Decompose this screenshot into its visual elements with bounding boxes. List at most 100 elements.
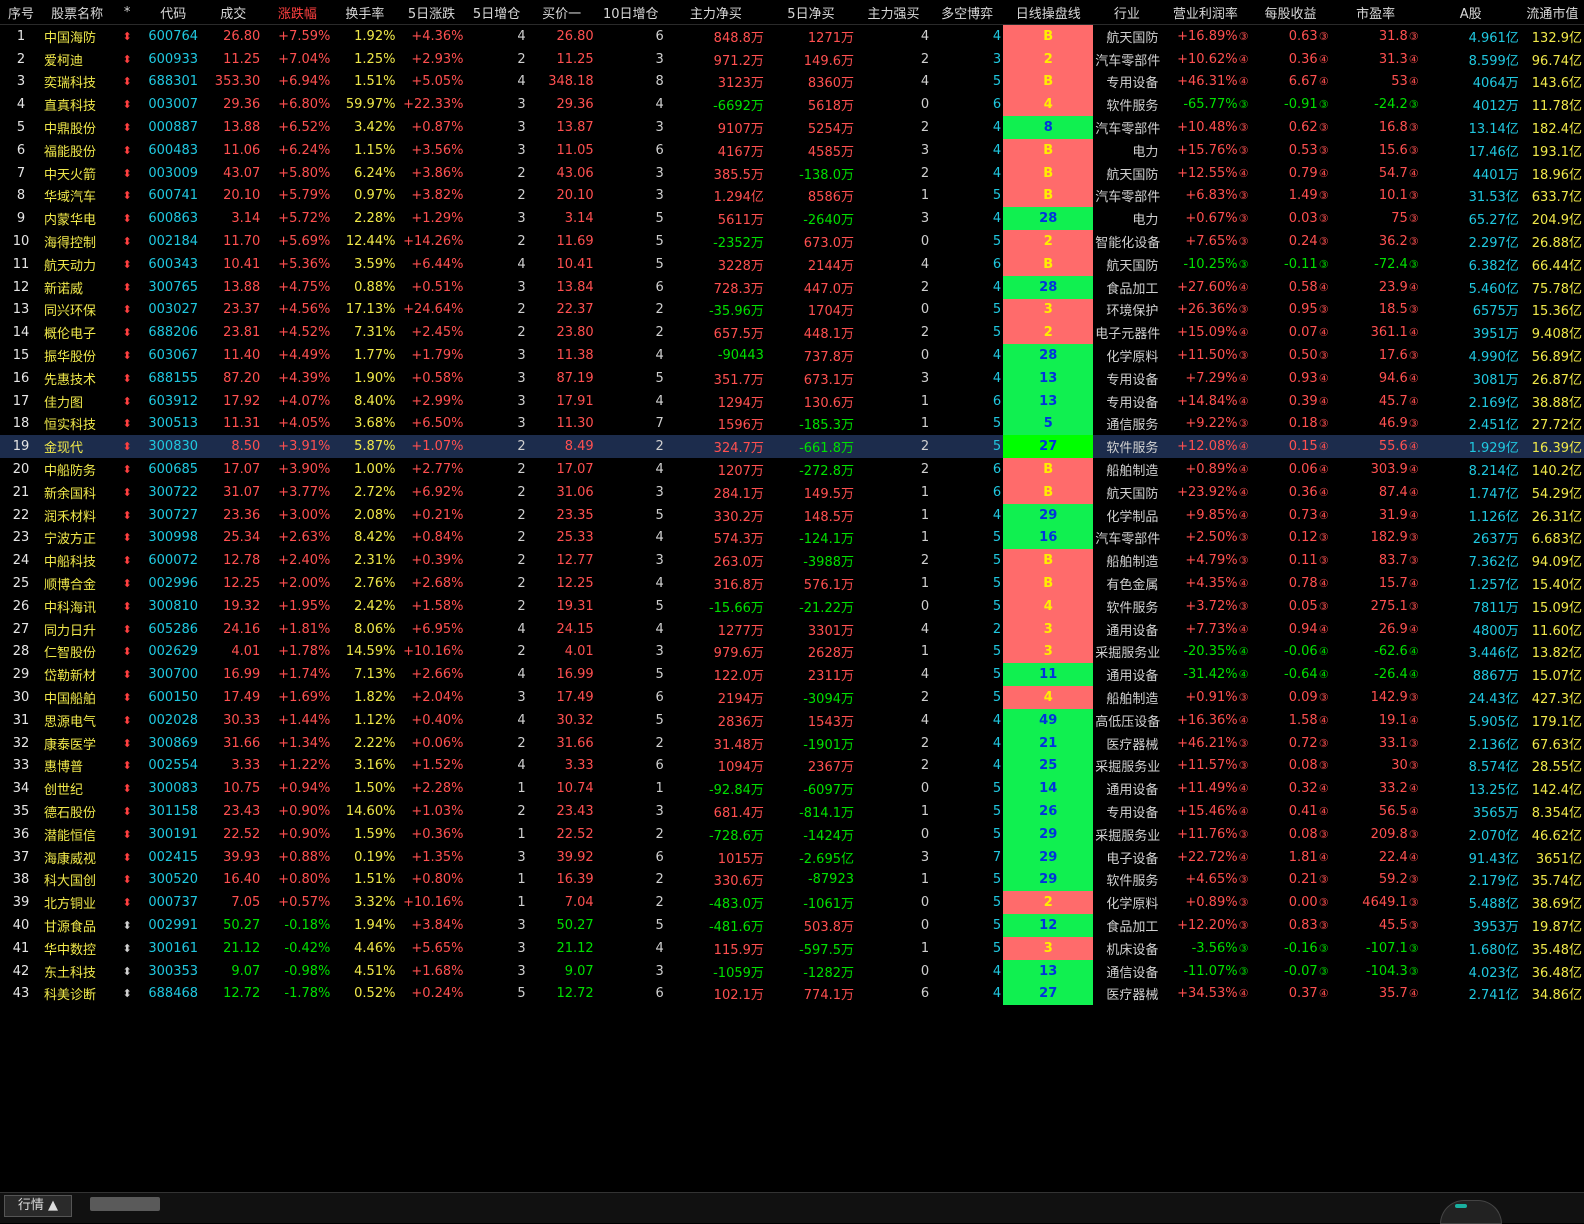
cell-line[interactable]: 4 bbox=[1003, 93, 1094, 117]
table-row[interactable]: 36 潜能恒信 ⬍ 300191 22.52 +0.90% 1.59% +0.36% 1 22.5… bbox=[0, 822, 1584, 846]
column-header-chg[interactable]: 涨跌幅 bbox=[262, 0, 333, 25]
column-header-inc10[interactable]: 10日增仓 bbox=[595, 0, 666, 25]
table-row[interactable]: 40 甘源食品 ⬍ 002991 50.27 -0.18% 1.94% +3.84% 3 50.2… bbox=[0, 914, 1584, 937]
table-row[interactable]: 31 思源电气 ⬍ 002028 30.33 +1.44% 1.12% +0.40% 4 30.3… bbox=[0, 708, 1584, 732]
column-header-price[interactable]: 成交 bbox=[204, 0, 263, 25]
table-row[interactable]: 7 中天火箭 ⬍ 003009 43.07 +5.80% 6.24% +3.86% 2 43.06… bbox=[0, 161, 1584, 185]
cell-line[interactable]: B bbox=[1003, 161, 1094, 185]
cell-line[interactable]: B bbox=[1003, 572, 1094, 595]
cell-line[interactable]: 27 bbox=[1003, 982, 1094, 1006]
cell-line[interactable]: 12 bbox=[1003, 914, 1094, 937]
column-header-netbuy[interactable]: 主力净买 bbox=[665, 0, 766, 25]
column-header-netbuy5[interactable]: 5日净买 bbox=[765, 0, 856, 25]
cell-line[interactable]: 28 bbox=[1003, 275, 1094, 299]
cell-line[interactable]: 13 bbox=[1003, 389, 1094, 413]
cell-line[interactable]: B bbox=[1003, 70, 1094, 94]
column-header-strength[interactable]: 主力强买 bbox=[856, 0, 932, 25]
cell-line[interactable]: 3 bbox=[1003, 936, 1094, 960]
table-row[interactable]: 18 恒实科技 ⬍ 300513 11.31 +4.05% 3.68% +6.50% 3 11.3… bbox=[0, 412, 1584, 436]
table-row[interactable]: 10 海得控制 ⬍ 002184 11.70 +5.69% 12.44% +14.26% 2 11… bbox=[0, 230, 1584, 253]
cell-line[interactable]: 2 bbox=[1003, 47, 1094, 71]
cell-line[interactable]: 27 bbox=[1003, 435, 1094, 459]
column-header-mcap[interactable]: 流通市值 bbox=[1520, 0, 1584, 25]
table-row[interactable]: 32 康泰医学 ⬍ 300869 31.66 +1.34% 2.22% +0.06% 2 31.6… bbox=[0, 731, 1584, 755]
table-row[interactable]: 19 金现代 ⬍ 300830 8.50 +3.91% 5.87% +1.07% 2 8.49 2 3… bbox=[0, 435, 1584, 459]
cell-line[interactable]: 2 bbox=[1003, 230, 1094, 253]
table-row[interactable]: 43 科美诊断 ⬍ 688468 12.72 -1.78% 0.52% +0.24% 5 12.7… bbox=[0, 982, 1584, 1006]
column-header-code[interactable]: 代码 bbox=[142, 0, 205, 25]
column-header-line[interactable]: 日线操盘线 bbox=[1003, 0, 1094, 25]
cell-line[interactable]: 3 bbox=[1003, 298, 1094, 322]
cell-line[interactable]: 11 bbox=[1003, 663, 1094, 687]
table-row[interactable]: 14 概伦电子 ⬍ 688206 23.81 +4.52% 7.31% +2.45% 2 23.8… bbox=[0, 321, 1584, 345]
table-row[interactable]: 9 内蒙华电 ⬍ 600863 3.14 +5.72% 2.28% +1.29% 3 3.14 5 5… bbox=[0, 207, 1584, 231]
cell-line[interactable]: 4 bbox=[1003, 686, 1094, 709]
cell-line[interactable]: 21 bbox=[1003, 731, 1094, 755]
table-row[interactable]: 8 华域汽车 ⬍ 600741 20.10 +5.79% 0.97% +3.82% 2 20.10… bbox=[0, 184, 1584, 208]
table-row[interactable]: 2 爱柯迪 ⬍ 600933 11.25 +7.04% 1.25% +2.93% 2 11.25 3… bbox=[0, 47, 1584, 71]
cell-line[interactable]: 8 bbox=[1003, 116, 1094, 139]
cell-line[interactable]: 16 bbox=[1003, 526, 1094, 550]
cell-line[interactable]: 14 bbox=[1003, 777, 1094, 801]
column-header-industry[interactable]: 行业 bbox=[1093, 0, 1161, 25]
cell-line[interactable]: 29 bbox=[1003, 503, 1094, 527]
table-row[interactable]: 13 同兴环保 ⬍ 003027 23.37 +4.56% 17.13% +24.64% 2 22… bbox=[0, 298, 1584, 322]
cell-line[interactable]: 26 bbox=[1003, 800, 1094, 823]
column-header-margin[interactable]: 营业利润率 bbox=[1160, 0, 1251, 25]
cell-line[interactable]: 13 bbox=[1003, 366, 1094, 390]
table-row[interactable]: 11 航天动力 ⬍ 600343 10.41 +5.36% 3.59% +6.44% 4 10.4… bbox=[0, 252, 1584, 276]
table-row[interactable]: 3 奕瑞科技 ⬍ 688301 353.30 +6.94% 1.51% +5.05% 4 348.… bbox=[0, 70, 1584, 94]
table-row[interactable]: 17 佳力图 ⬍ 603912 17.92 +4.07% 8.40% +2.99% 3 17.91… bbox=[0, 389, 1584, 413]
table-row[interactable]: 27 同力日升 ⬍ 605286 24.16 +1.81% 8.06% +6.95% 4 24.1… bbox=[0, 617, 1584, 641]
table-row[interactable]: 24 中船科技 ⬍ 600072 12.78 +2.40% 2.31% +0.39% 2 12.7… bbox=[0, 549, 1584, 573]
table-row[interactable]: 23 宁波方正 ⬍ 300998 25.34 +2.63% 8.42% +0.84% 2 25.3… bbox=[0, 526, 1584, 550]
cell-line[interactable]: 3 bbox=[1003, 640, 1094, 664]
horizontal-scrollbar[interactable] bbox=[90, 1197, 160, 1211]
column-header-star[interactable]: * bbox=[112, 0, 143, 25]
column-header-name[interactable]: 股票名称 bbox=[42, 0, 113, 25]
cell-line[interactable]: 3 bbox=[1003, 617, 1094, 641]
column-header-chg5[interactable]: 5日涨跌 bbox=[397, 0, 466, 25]
table-row[interactable]: 33 惠博普 ⬍ 002554 3.33 +1.22% 3.16% +1.52% 4 3.33 6 1… bbox=[0, 754, 1584, 778]
cell-line[interactable]: B bbox=[1003, 549, 1094, 573]
cell-line[interactable]: 5 bbox=[1003, 412, 1094, 436]
table-row[interactable]: 21 新余国科 ⬍ 300722 31.07 +3.77% 2.72% +6.92% 2 31.0… bbox=[0, 480, 1584, 504]
cell-line[interactable]: 29 bbox=[1003, 822, 1094, 846]
cell-line[interactable]: 29 bbox=[1003, 868, 1094, 892]
table-row[interactable]: 35 德石股份 ⬍ 301158 23.43 +0.90% 14.60% +1.03% 2 23.… bbox=[0, 800, 1584, 823]
table-row[interactable]: 37 海康威视 ⬍ 002415 39.93 +0.88% 0.19% +1.35% 3 39.9… bbox=[0, 845, 1584, 869]
cell-line[interactable]: B bbox=[1003, 252, 1094, 276]
table-row[interactable]: 38 科大国创 ⬍ 300520 16.40 +0.80% 1.51% +0.80% 1 16.3… bbox=[0, 868, 1584, 892]
table-row[interactable]: 28 仁智股份 ⬍ 002629 4.01 +1.78% 14.59% +10.16% 2 4.0… bbox=[0, 640, 1584, 664]
column-header-bid1[interactable]: 买价一 bbox=[527, 0, 596, 25]
table-row[interactable]: 39 北方铜业 ⬍ 000737 7.05 +0.57% 3.32% +10.16% 1 7.04… bbox=[0, 891, 1584, 915]
cell-line[interactable]: 25 bbox=[1003, 754, 1094, 778]
cell-line[interactable]: 28 bbox=[1003, 207, 1094, 231]
table-row[interactable]: 15 振华股份 ⬍ 603067 11.40 +4.49% 1.77% +1.79% 3 11.3… bbox=[0, 344, 1584, 367]
table-row[interactable]: 30 中国船舶 ⬍ 600150 17.49 +1.69% 1.82% +2.04% 3 17.4… bbox=[0, 686, 1584, 709]
cell-line[interactable]: 2 bbox=[1003, 891, 1094, 915]
table-row[interactable]: 41 华中数控 ⬍ 300161 21.12 -0.42% 4.46% +5.65% 3 21.1… bbox=[0, 936, 1584, 960]
tab-market[interactable]: 行情 ▲ bbox=[4, 1195, 72, 1217]
column-header-inc5[interactable]: 5日增仓 bbox=[465, 0, 528, 25]
cell-line[interactable]: 13 bbox=[1003, 959, 1094, 983]
cell-line[interactable]: 49 bbox=[1003, 708, 1094, 732]
column-header-ashare[interactable]: A股 bbox=[1420, 0, 1521, 25]
column-header-game[interactable]: 多空博弈 bbox=[931, 0, 1004, 25]
column-header-eps[interactable]: 每股收益 bbox=[1250, 0, 1331, 25]
cell-line[interactable]: B bbox=[1003, 24, 1094, 48]
table-row[interactable]: 26 中科海讯 ⬍ 300810 19.32 +1.95% 2.42% +1.58% 2 19.3… bbox=[0, 594, 1584, 618]
table-row[interactable]: 20 中船防务 ⬍ 600685 17.07 +3.90% 1.00% +2.77% 2 17.0… bbox=[0, 458, 1584, 481]
table-row[interactable]: 6 福能股份 ⬍ 600483 11.06 +6.24% 1.15% +3.56% 3 11.05… bbox=[0, 138, 1584, 162]
table-row[interactable]: 22 润禾材料 ⬍ 300727 23.36 +3.00% 2.08% +0.21% 2 23.3… bbox=[0, 503, 1584, 527]
cell-line[interactable]: B bbox=[1003, 480, 1094, 504]
column-header-turnover[interactable]: 换手率 bbox=[332, 0, 398, 25]
cell-line[interactable]: 29 bbox=[1003, 845, 1094, 869]
cell-line[interactable]: 28 bbox=[1003, 344, 1094, 367]
table-row[interactable]: 16 先惠技术 ⬍ 688155 87.20 +4.39% 1.90% +0.58% 3 87.1… bbox=[0, 366, 1584, 390]
cell-line[interactable]: 2 bbox=[1003, 321, 1094, 345]
table-row[interactable]: 5 中鼎股份 ⬍ 000887 13.88 +6.52% 3.42% +0.87% 3 13.87… bbox=[0, 116, 1584, 139]
table-row[interactable]: 29 岱勒新材 ⬍ 300700 16.99 +1.74% 7.13% +2.66% 4 16.9… bbox=[0, 663, 1584, 687]
table-row[interactable]: 4 直真科技 ⬍ 003007 29.36 +6.80% 59.97% +22.33% 3 29.… bbox=[0, 93, 1584, 117]
cell-line[interactable]: B bbox=[1003, 184, 1094, 208]
